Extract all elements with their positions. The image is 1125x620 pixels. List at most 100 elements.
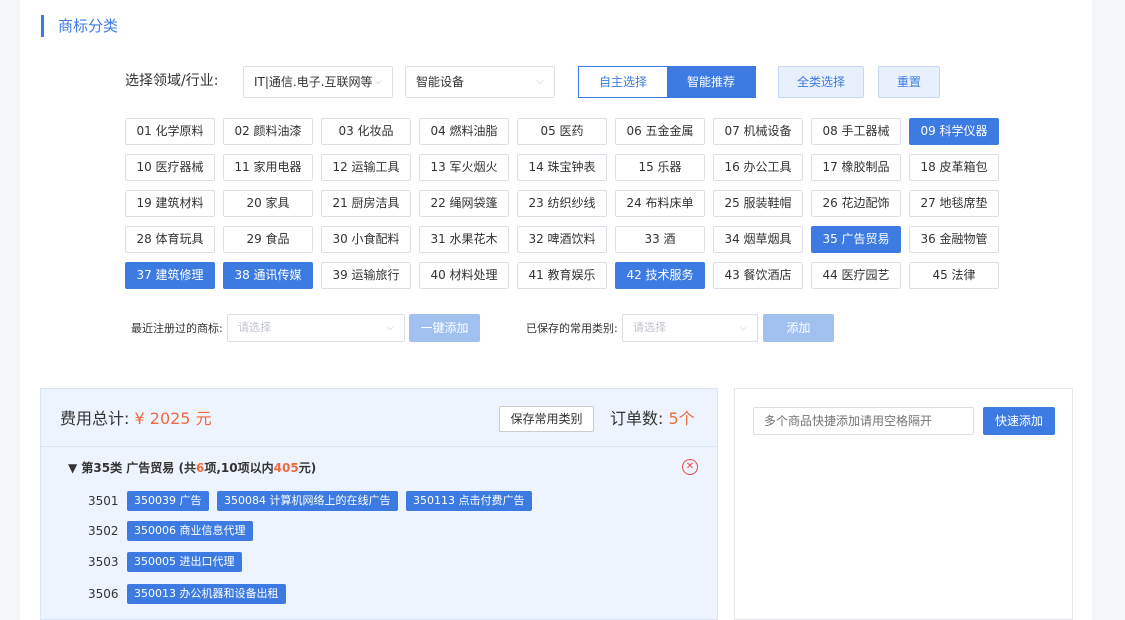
collapse-arrow-icon: ▼ [68,461,78,475]
chevron-down-icon: ⌵ [739,322,747,333]
industry-select[interactable]: IT|通信.电子.互联网等 ⌵ [243,66,393,98]
quick-add-button[interactable]: 快速添加 [983,407,1055,435]
saved-category-select[interactable]: 请选择 ⌵ [622,314,758,342]
saved-category-label: 已保存的常用类别: [526,322,618,335]
cost-total-value: ¥ 2025 元 [134,409,212,428]
category-button[interactable]: 17 橡胶制品 [811,154,901,181]
category-button[interactable]: 44 医疗园艺 [811,262,901,289]
title-accent-bar [41,15,44,37]
category-button[interactable]: 25 服装鞋帽 [713,190,803,217]
category-button[interactable]: 34 烟草烟具 [713,226,803,253]
selected-items-panel: 费用总计: ¥ 2025 元 保存常用类别 订单数: 5个 ▼ 第35类 广告贸… [40,388,718,620]
category-button[interactable]: 40 材料处理 [419,262,509,289]
category-button[interactable]: 42 技术服务 [615,262,705,289]
quick-add-input[interactable] [753,407,974,435]
category-button[interactable]: 18 皮革箱包 [909,154,999,181]
category-button[interactable]: 12 运输工具 [321,154,411,181]
category-button[interactable]: 43 餐饮酒店 [713,262,803,289]
category-button[interactable]: 09 科学仪器 [909,118,999,145]
item-group-code: 3502 [88,524,119,538]
category-button[interactable]: 41 教育娱乐 [517,262,607,289]
order-count: 订单数: 5个 [610,408,695,430]
category-button[interactable]: 35 广告贸易 [811,226,901,253]
one-click-add-button[interactable]: 一键添加 [409,314,480,342]
category-button[interactable]: 04 燃料油脂 [419,118,509,145]
recent-trademark-select[interactable]: 请选择 ⌵ [227,314,405,342]
industry-filter-label: 选择领域/行业: [125,73,219,89]
item-group-code: 3503 [88,555,119,569]
class-group-info-middle: 项,10项以内 [204,461,274,475]
category-button[interactable]: 16 办公工具 [713,154,803,181]
chevron-down-icon: ⌵ [374,76,382,87]
cost-total: 费用总计: ¥ 2025 元 [60,408,212,430]
class-group-price: 405 [273,461,299,475]
category-button[interactable]: 13 军火烟火 [419,154,509,181]
category-button[interactable]: 14 珠宝钟表 [517,154,607,181]
category-button[interactable]: 06 五金金属 [615,118,705,145]
subindustry-select[interactable]: 智能设备 ⌵ [405,66,555,98]
save-common-category-button[interactable]: 保存常用类别 [499,406,594,432]
class-group-header[interactable]: ▼ 第35类 广告贸易 (共6项,10项以内405元) [68,460,316,476]
mode-self-button[interactable]: 自主选择 [579,67,667,97]
remove-class-icon[interactable]: ✕ [682,459,698,475]
recent-trademark-label: 最近注册过的商标: [131,322,223,335]
category-button[interactable]: 08 手工器械 [811,118,901,145]
category-button[interactable]: 22 绳网袋篷 [419,190,509,217]
reset-button[interactable]: 重置 [878,66,940,98]
quick-add-panel: 快速添加 [734,388,1073,620]
category-button[interactable]: 03 化妆品 [321,118,411,145]
category-button[interactable]: 37 建筑修理 [125,262,215,289]
category-button[interactable]: 27 地毯席垫 [909,190,999,217]
recent-trademark-placeholder: 请选择 [238,321,271,334]
select-all-button[interactable]: 全类选择 [778,66,864,98]
item-tag[interactable]: 350013 办公机器和设备出租 [127,584,286,604]
order-count-label: 订单数: [610,409,664,428]
category-button[interactable]: 33 酒 [615,226,705,253]
item-tag[interactable]: 350084 计算机网络上的在线广告 [217,491,398,511]
category-button[interactable]: 10 医疗器械 [125,154,215,181]
category-button[interactable]: 30 小食配料 [321,226,411,253]
category-button[interactable]: 26 花边配饰 [811,190,901,217]
mode-toggle: 自主选择 智能推荐 [578,66,756,98]
category-button[interactable]: 38 通讯传媒 [223,262,313,289]
industry-select-value: IT|通信.电子.互联网等 [254,75,373,89]
category-button[interactable]: 20 家具 [223,190,313,217]
saved-category-placeholder: 请选择 [633,321,666,334]
add-saved-button[interactable]: 添加 [763,314,834,342]
category-button[interactable]: 07 机械设备 [713,118,803,145]
class-group-title: 第35类 广告贸易 [81,461,175,475]
category-button[interactable]: 24 布料床单 [615,190,705,217]
order-count-value: 5个 [668,409,695,428]
category-button[interactable]: 39 运输旅行 [321,262,411,289]
item-tag[interactable]: 350006 商业信息代理 [127,521,253,541]
class-group-info-suffix: 元) [298,461,317,475]
category-button[interactable]: 02 颜料油漆 [223,118,313,145]
category-button[interactable]: 23 纺织纱线 [517,190,607,217]
summary-header: 费用总计: ¥ 2025 元 保存常用类别 订单数: 5个 [41,389,717,447]
section-title: 商标分类 [58,17,119,35]
item-tag[interactable]: 350113 点击付费广告 [406,491,532,511]
item-tag[interactable]: 350039 广告 [127,491,209,511]
category-button[interactable]: 36 金融物管 [909,226,999,253]
mode-smart-button[interactable]: 智能推荐 [667,67,755,97]
chevron-down-icon: ⌵ [536,76,544,87]
cost-total-label: 费用总计: [60,409,130,428]
category-button[interactable]: 05 医药 [517,118,607,145]
category-button[interactable]: 31 水果花木 [419,226,509,253]
category-button[interactable]: 29 食品 [223,226,313,253]
class-group-info-prefix: (共 [178,461,197,475]
category-button[interactable]: 15 乐器 [615,154,705,181]
category-button[interactable]: 28 体育玩具 [125,226,215,253]
subindustry-select-value: 智能设备 [416,75,465,89]
category-button[interactable]: 21 厨房洁具 [321,190,411,217]
category-button[interactable]: 45 法律 [909,262,999,289]
item-group-code: 3506 [88,587,119,601]
item-tag[interactable]: 350005 进出口代理 [127,552,242,572]
chevron-down-icon: ⌵ [386,322,394,333]
category-button[interactable]: 32 啤酒饮料 [517,226,607,253]
category-button[interactable]: 01 化学原料 [125,118,215,145]
item-group-code: 3501 [88,494,119,508]
category-button[interactable]: 19 建筑材料 [125,190,215,217]
trademark-card: 商标分类 选择领域/行业: IT|通信.电子.互联网等 ⌵ 智能设备 ⌵ 自主选… [20,0,1092,620]
category-button[interactable]: 11 家用电器 [223,154,313,181]
